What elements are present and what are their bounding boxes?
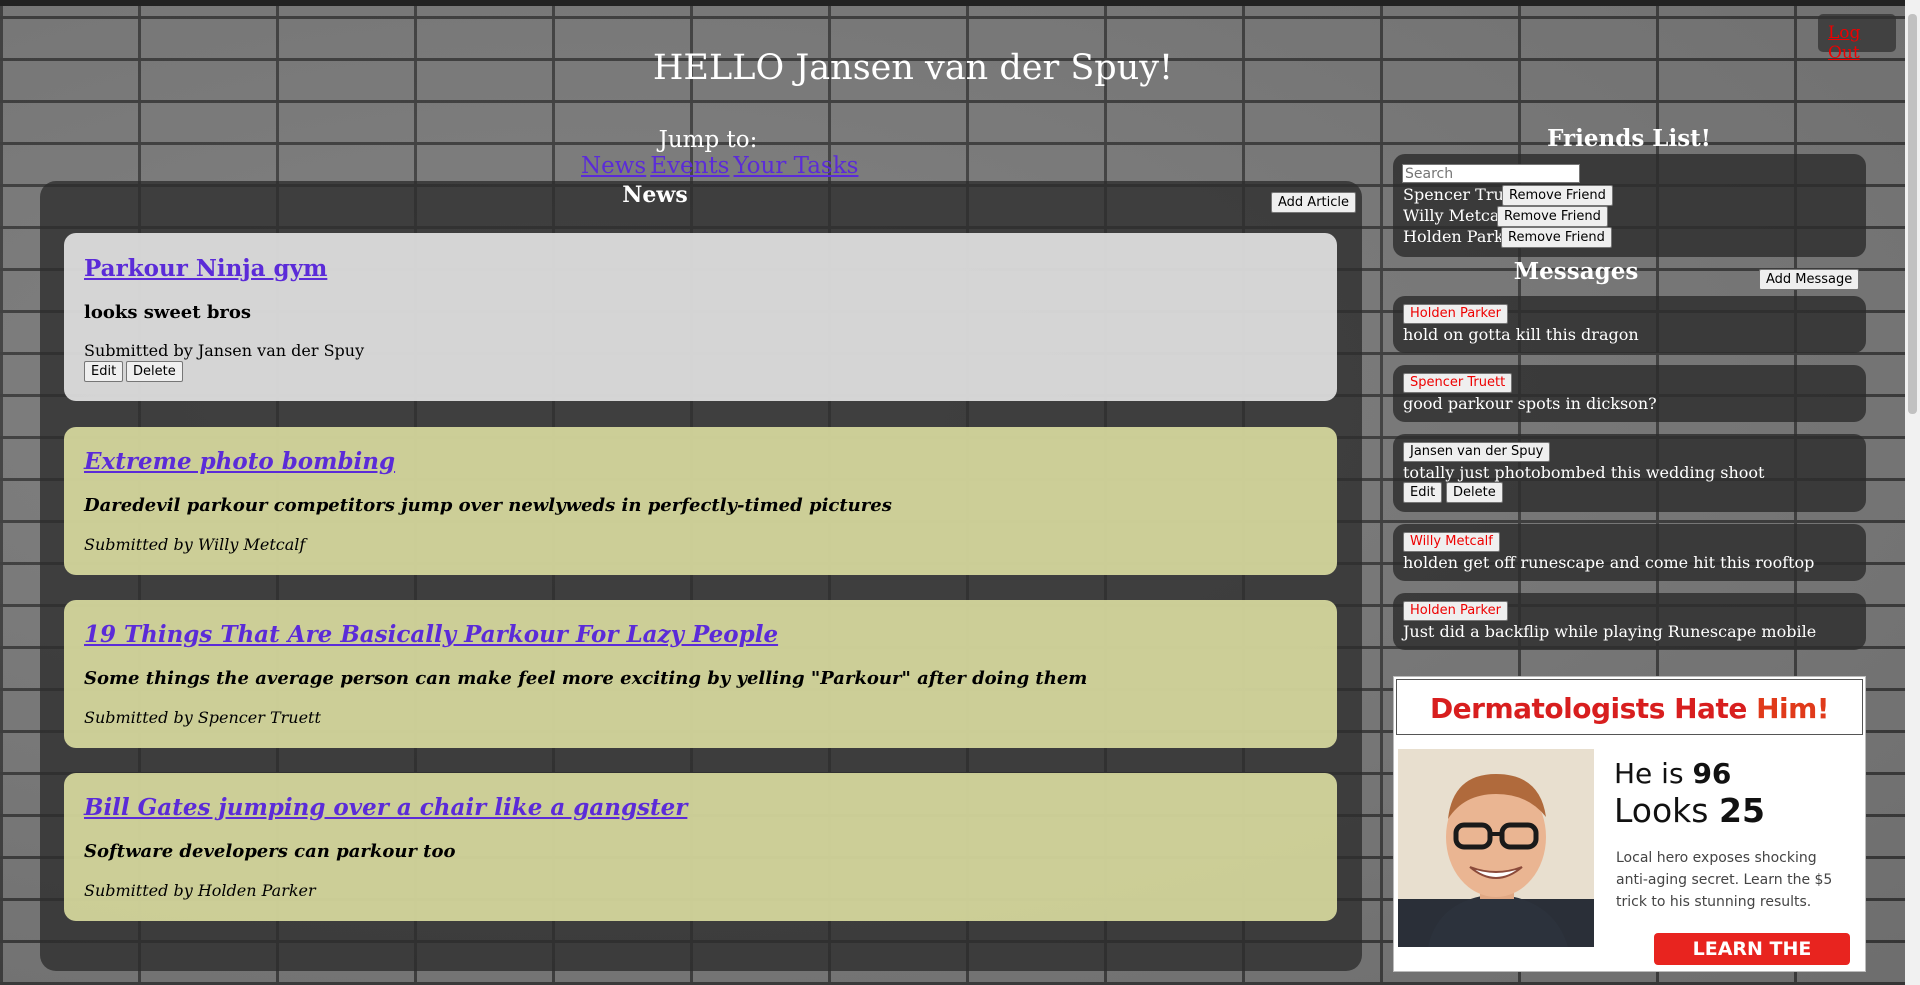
ad-looks-text: Looks (1614, 791, 1719, 830)
ad-cta-button[interactable]: LEARN THE TRUTH NOW (1654, 933, 1850, 971)
ad-headline-box: Dermatologists Hate Him! (1396, 679, 1863, 735)
article-summary: Daredevil parkour competitors jump over … (84, 495, 892, 516)
ad-copy: Local hero exposes shocking anti-aging s… (1616, 850, 1833, 910)
friend-search-input[interactable] (1402, 164, 1580, 183)
message-author-button[interactable]: Jansen van der Spuy (1403, 442, 1551, 462)
message-text: hold on gotta kill this dragon (1403, 325, 1639, 344)
remove-friend-button[interactable]: Remove Friend (1497, 206, 1608, 227)
ad-age-line: He is 96 (1614, 757, 1731, 790)
message-text: Just did a backflip while playing Runesc… (1403, 622, 1817, 641)
article-byline: Submitted by Holden Parker (84, 881, 316, 900)
news-article: Extreme photo bombing Daredevil parkour … (64, 427, 1337, 575)
top-bar (0, 0, 1920, 6)
friend-name: Willy Metcalf (1403, 206, 1511, 225)
message-author-button[interactable]: Holden Parker (1403, 601, 1508, 621)
edit-message-button[interactable]: Edit (1403, 482, 1443, 503)
article-byline: Submitted by Jansen van der Spuy (84, 341, 365, 360)
ad-looks-line: Looks 25 (1614, 791, 1765, 830)
scrollbar-thumb[interactable] (1908, 14, 1917, 414)
message-text: totally just photobombed this wedding sh… (1403, 463, 1765, 482)
logout-link[interactable]: Log Out (1828, 23, 1896, 63)
news-article: Parkour Ninja gym looks sweet bros Submi… (64, 233, 1337, 401)
article-title-link[interactable]: 19 Things That Are Basically Parkour For… (84, 621, 778, 648)
message-card: Willy Metcalf holden get off runescape a… (1393, 524, 1866, 581)
message-text: good parkour spots in dickson? (1403, 394, 1657, 413)
article-byline: Submitted by Spencer Truett (84, 708, 321, 727)
ad-photo (1398, 749, 1594, 947)
delete-article-button[interactable]: Delete (126, 361, 183, 382)
add-article-button[interactable]: Add Article (1271, 192, 1357, 213)
article-title-link[interactable]: Bill Gates jumping over a chair like a g… (84, 794, 687, 821)
remove-friend-button[interactable]: Remove Friend (1501, 227, 1612, 248)
message-card: Spencer Truett good parkour spots in dic… (1393, 365, 1866, 422)
messages-heading: Messages (1513, 258, 1639, 285)
article-title-link[interactable]: Extreme photo bombing (84, 448, 395, 475)
article-summary: Some things the average person can make … (84, 668, 1088, 689)
article-title-link[interactable]: Parkour Ninja gym (84, 255, 327, 282)
message-card: Jansen van der Spuy totally just photobo… (1393, 434, 1866, 512)
smiling-man-photo-icon (1398, 749, 1594, 947)
ad-headline-text: Dermatologists Hate (1429, 692, 1757, 725)
delete-message-button[interactable]: Delete (1446, 482, 1503, 503)
jump-link-tasks[interactable]: Your Tasks (734, 153, 859, 179)
message-author-button[interactable]: Spencer Truett (1403, 373, 1513, 393)
article-summary: Software developers can parkour too (84, 841, 456, 862)
advertisement[interactable]: Dermatologists Hate Him! He is 96 Looks … (1393, 676, 1866, 972)
ad-age-number: 96 (1692, 757, 1732, 790)
news-article: 19 Things That Are Basically Parkour For… (64, 600, 1337, 748)
logout-container: Log Out (1818, 14, 1896, 63)
message-author-button[interactable]: Holden Parker (1403, 304, 1508, 324)
page-title: HELLO Jansen van der Spuy! (652, 48, 1174, 88)
ad-headline-emphasis: Him! (1756, 692, 1830, 725)
message-text: holden get off runescape and come hit th… (1403, 553, 1815, 572)
ad-looks-number: 25 (1718, 791, 1765, 830)
news-article: Bill Gates jumping over a chair like a g… (64, 773, 1337, 921)
news-heading: News (622, 182, 688, 208)
jump-link-news[interactable]: News (581, 153, 646, 179)
ad-age-text: He is (1614, 757, 1693, 790)
ad-headline: Dermatologists Hate Him! (1397, 692, 1862, 725)
article-byline: Submitted by Willy Metcalf (84, 535, 306, 554)
edit-article-button[interactable]: Edit (84, 361, 124, 382)
add-message-button[interactable]: Add Message (1759, 269, 1860, 290)
message-author-button[interactable]: Willy Metcalf (1403, 532, 1500, 552)
jump-label: Jump to: (658, 127, 758, 153)
message-card: Holden Parker Just did a backflip while … (1393, 593, 1866, 650)
article-summary: looks sweet bros (84, 302, 252, 323)
jump-links: News Events Your Tasks (581, 153, 862, 179)
jump-link-events[interactable]: Events (650, 153, 729, 179)
remove-friend-button[interactable]: Remove Friend (1502, 185, 1613, 206)
friends-heading: Friends List! (1547, 125, 1711, 152)
message-card: Holden Parker hold on gotta kill this dr… (1393, 296, 1866, 353)
